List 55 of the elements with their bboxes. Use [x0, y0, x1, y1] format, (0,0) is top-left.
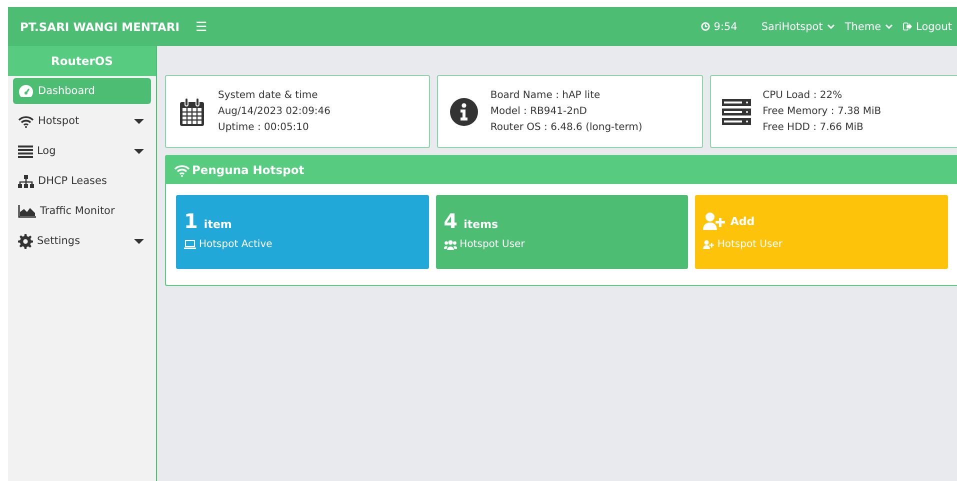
stat-label: Hotspot User — [460, 239, 525, 250]
sitemap-icon — [18, 174, 34, 188]
add-label: Add — [730, 214, 755, 228]
info-text: Free HDD : 7.66 MiB — [762, 120, 864, 134]
sidebar-item[interactable]: Log — [13, 138, 151, 164]
sidebar-item[interactable]: Settings — [13, 228, 151, 254]
users-icon — [444, 240, 457, 250]
stat-value: 1 — [184, 209, 198, 233]
area-chart-icon — [18, 204, 36, 218]
calendar-icon — [179, 96, 205, 126]
info-icon — [450, 98, 478, 126]
stat-label: Hotspot Active — [199, 239, 272, 250]
menu-button[interactable]: ☰ — [192, 19, 212, 34]
caret-icon — [134, 238, 144, 244]
wifi-icon — [18, 114, 34, 128]
server-icon — [722, 98, 752, 124]
dashboard-icon — [18, 84, 34, 98]
gear-icon — [18, 234, 33, 248]
info-text: Aug/14/2023 02:09:46 — [218, 104, 331, 118]
user-menu[interactable]: SariHotspot — [756, 20, 840, 32]
stat-unit: item — [204, 218, 232, 231]
info-text: Uptime : 00:05:10 — [218, 120, 310, 134]
stat-tile[interactable]: Add Hotspot User — [695, 195, 948, 269]
logout-icon — [903, 22, 912, 31]
info-text: Model : RB941-2nD — [490, 104, 588, 118]
info-text: System date & time — [218, 88, 319, 102]
info-text: Free Memory : 7.38 MiB — [762, 104, 882, 118]
clock-label: 9:54 — [696, 20, 742, 32]
clock-icon — [700, 22, 710, 31]
panel-title: Penguna Hotspot — [192, 163, 304, 177]
brand-title: PT.SARI WANGI MENTARI — [19, 20, 180, 34]
stat-tile[interactable]: 1 item Hotspot Active — [176, 195, 429, 269]
caret-icon — [134, 148, 144, 154]
chevron-down-icon — [826, 24, 835, 29]
sidebar-item[interactable]: Traffic Monitor — [13, 198, 151, 224]
theme-menu[interactable]: Theme — [840, 20, 898, 32]
logout-link[interactable]: Logout — [898, 20, 957, 32]
info-text: CPU Load : 22% — [762, 88, 844, 102]
stat-value: 4 — [444, 209, 458, 233]
chevron-down-icon — [885, 24, 894, 29]
sidebar-item[interactable]: DHCP Leases — [13, 168, 151, 194]
laptop-icon — [184, 240, 196, 249]
user-plus-icon — [703, 212, 726, 230]
list-icon — [18, 144, 33, 158]
wifi-icon — [174, 164, 190, 176]
sidebar-item[interactable]: Hotspot — [13, 108, 151, 134]
stat-tile[interactable]: 4 items Hotspot User — [436, 195, 688, 269]
sidebar-title: RouterOS — [8, 46, 156, 76]
info-text: Board Name : hAP lite — [490, 88, 602, 102]
stat-unit: items — [464, 218, 498, 231]
stat-label: Hotspot User — [717, 239, 782, 250]
user-plus-icon — [703, 240, 714, 249]
caret-icon — [134, 118, 144, 124]
info-text: Router OS : 6.48.6 (long-term) — [490, 120, 642, 134]
sidebar-item[interactable]: Dashboard — [13, 78, 151, 104]
